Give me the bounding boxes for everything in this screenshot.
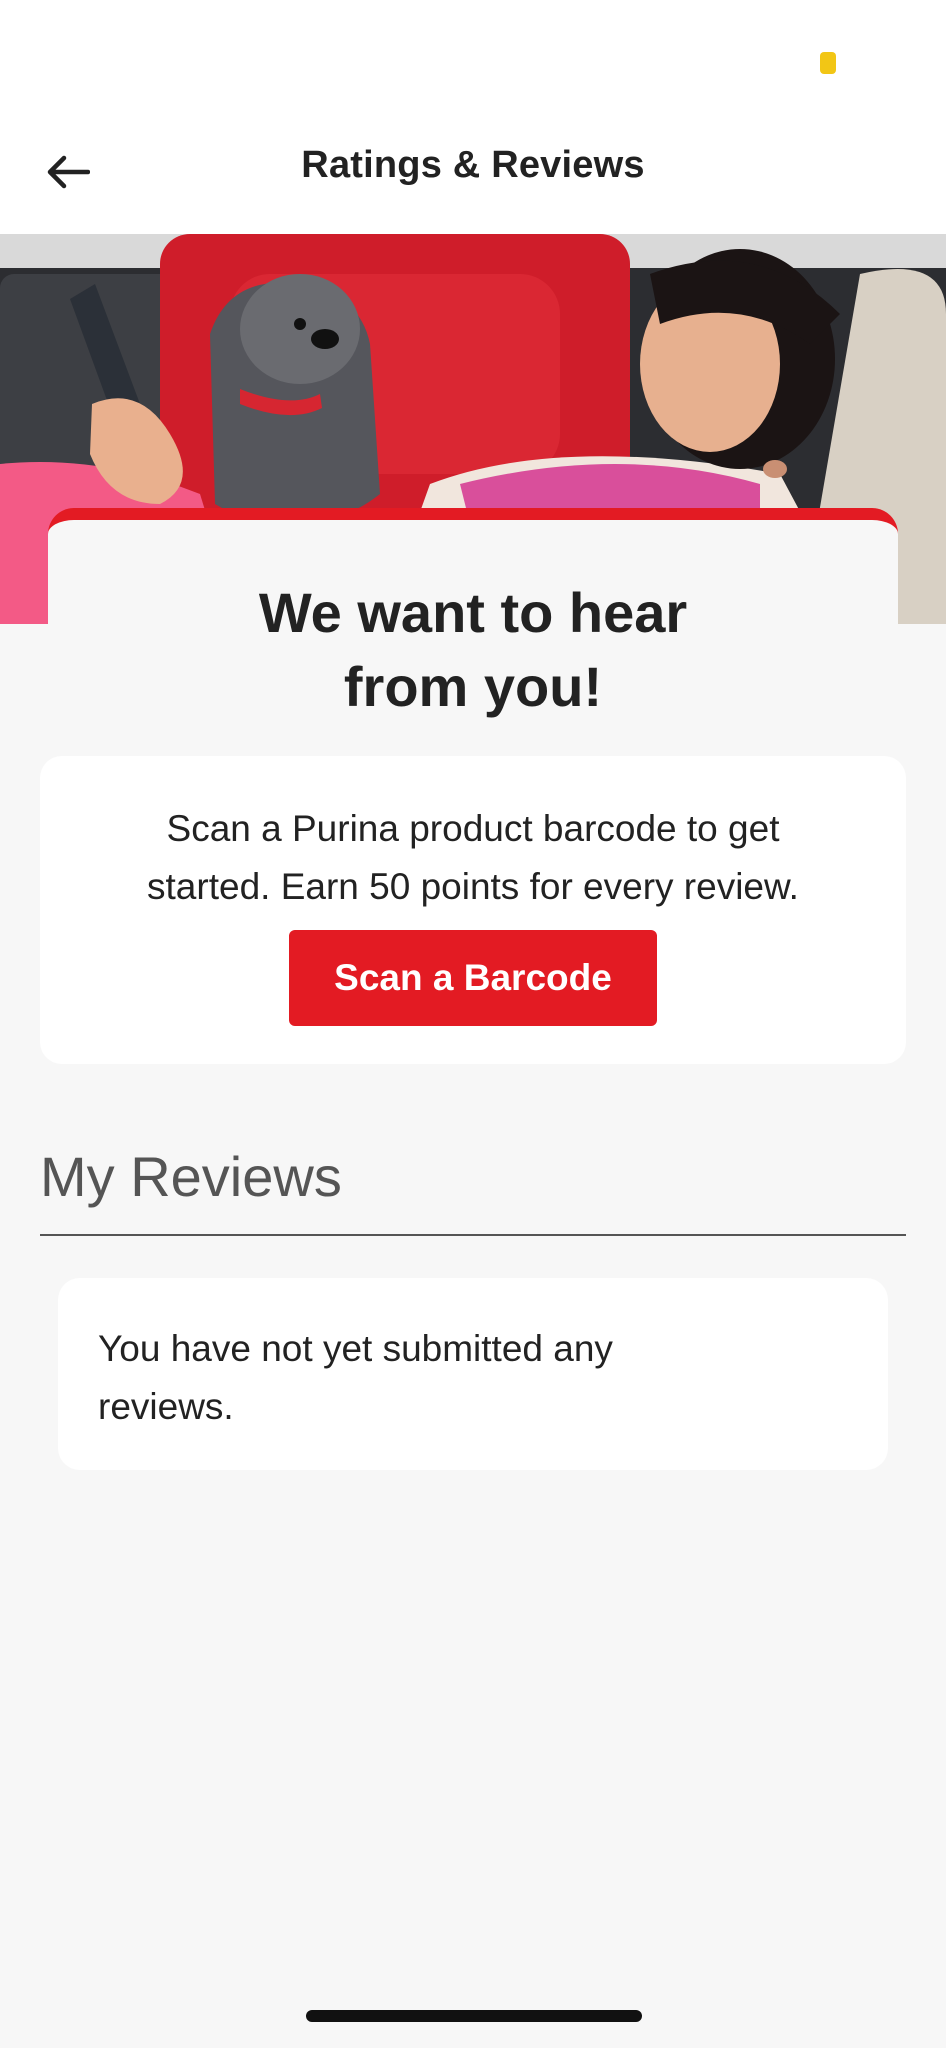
status-bar bbox=[0, 0, 946, 110]
intro-heading-line: We want to hear bbox=[258, 581, 688, 644]
empty-reviews-card: You have not yet submitted any reviews. bbox=[58, 1278, 888, 1470]
empty-reviews-line: You have not yet submitted any bbox=[98, 1328, 613, 1369]
app-header: Ratings & Reviews bbox=[0, 110, 946, 234]
status-indicator-dot bbox=[820, 52, 836, 74]
empty-reviews-message: You have not yet submitted any reviews. bbox=[98, 1320, 738, 1436]
section-divider bbox=[40, 1234, 906, 1236]
intro-card: We want to hear from you! bbox=[48, 508, 898, 718]
my-reviews-title: My Reviews bbox=[40, 1145, 342, 1208]
home-indicator[interactable] bbox=[306, 2010, 642, 2022]
intro-heading-line: from you! bbox=[343, 655, 603, 718]
page-title: Ratings & Reviews bbox=[301, 144, 645, 186]
scan-instructions: Scan a Purina product barcode to get sta… bbox=[90, 800, 856, 916]
empty-reviews-line: reviews. bbox=[98, 1386, 234, 1427]
scan-instructions-line: started. Earn 50 points for every review… bbox=[147, 866, 799, 907]
intro-heading: We want to hear from you! bbox=[108, 576, 838, 724]
scan-instructions-line: Scan a Purina product barcode to get bbox=[166, 808, 780, 849]
scan-card: Scan a Purina product barcode to get sta… bbox=[40, 756, 906, 1064]
scan-barcode-button[interactable]: Scan a Barcode bbox=[289, 930, 657, 1026]
